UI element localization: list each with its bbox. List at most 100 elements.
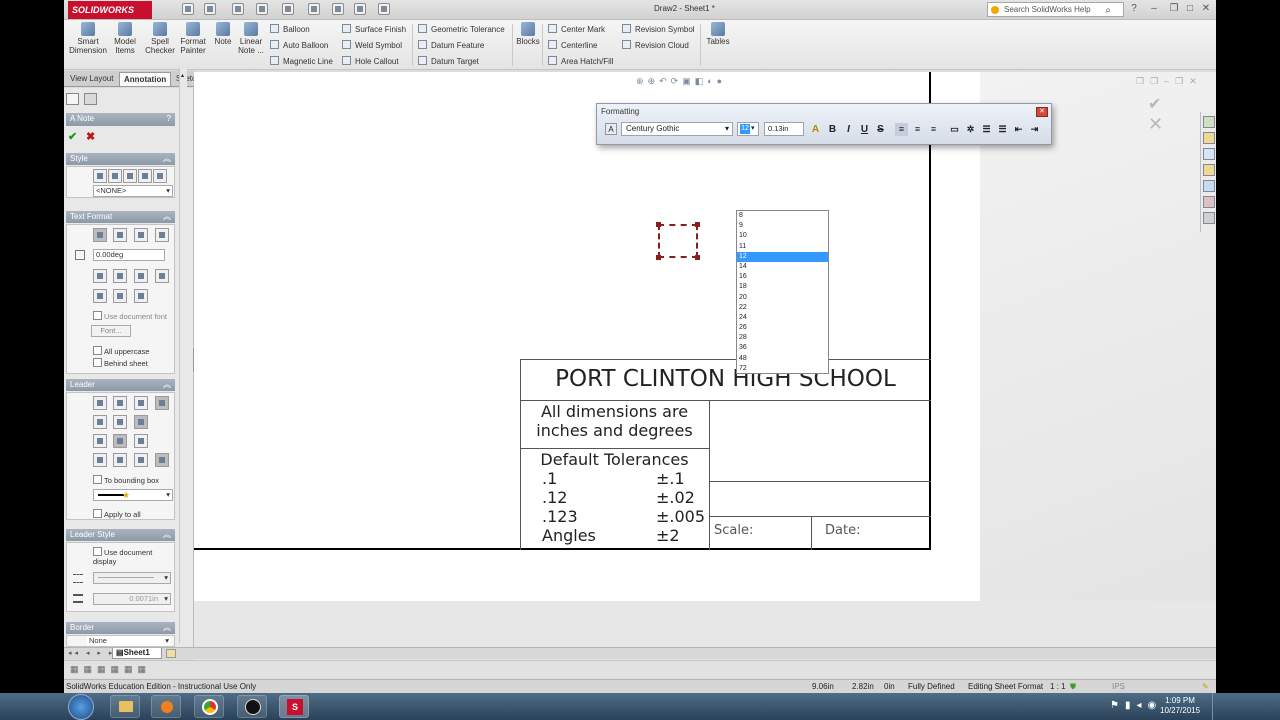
leader-straight-icon[interactable] (93, 396, 107, 410)
attach-top-icon[interactable] (93, 453, 107, 467)
center-mark-button[interactable]: Center Mark (548, 24, 605, 34)
stack-icon[interactable]: ▭ (948, 123, 961, 136)
insert-surface-finish-icon[interactable] (113, 289, 127, 303)
numbering-icon[interactable]: ☰ (996, 123, 1009, 136)
file-properties-icon[interactable] (354, 3, 366, 15)
font-size-option[interactable]: 72 (737, 364, 828, 373)
drawing-sheet[interactable]: ⊕⊕↶⟳▣◧◐● PORT CLINTON HIGH SCHOOL All di… (194, 72, 980, 601)
magnetic-line-button[interactable]: Magnetic Line (270, 56, 333, 66)
formatting-toolbar[interactable]: Formatting ✕ A Century Gothic ▾ 12 ▾ 0.13… (596, 103, 1052, 145)
geometric-tolerance-button[interactable]: Geometric Tolerance (418, 24, 505, 34)
ok-check-icon[interactable]: ✔ (68, 130, 77, 143)
display-style-icon[interactable]: ▣ (682, 76, 695, 86)
link-to-property-icon[interactable] (113, 269, 127, 283)
format-painter-button[interactable]: Format Painter (178, 22, 208, 55)
note-selection-box[interactable] (656, 222, 700, 260)
insert-datum-icon[interactable] (134, 289, 148, 303)
font-size-option[interactable]: 26 (737, 323, 828, 333)
increase-indent-icon[interactable]: ⇥ (1028, 123, 1041, 136)
viewport-window-controls[interactable]: ❐❐–❐✕ (1136, 76, 1203, 87)
appearances-icon[interactable] (1203, 180, 1215, 192)
close-icon[interactable]: ✕ (1200, 3, 1212, 15)
lock-unlock-icon[interactable] (155, 269, 169, 283)
file-explorer-icon[interactable] (1203, 148, 1215, 160)
font-size-option[interactable]: 48 (737, 354, 828, 364)
font-size-option[interactable]: 14 (737, 262, 828, 272)
blocks-button[interactable]: Blocks (514, 22, 542, 46)
strikethrough-icon[interactable]: S (874, 123, 887, 136)
save-style-icon[interactable] (138, 169, 152, 183)
leader-bent-icon[interactable] (113, 396, 127, 410)
attach-nearest-icon[interactable] (155, 453, 169, 467)
centerline-button[interactable]: Centerline (548, 40, 597, 50)
leader-section-header[interactable]: Leader ︽ (66, 379, 175, 391)
rebuild-icon[interactable]: ⟳ (671, 76, 683, 86)
no-leader-icon[interactable] (134, 396, 148, 410)
view-palette-icon[interactable] (1203, 164, 1215, 176)
auto-leader-icon[interactable] (155, 396, 169, 410)
print-icon[interactable] (256, 3, 268, 15)
apply-style-icon[interactable] (93, 169, 107, 183)
align-center-icon[interactable] (113, 228, 127, 242)
use-document-font-checkbox[interactable]: Use document font (93, 311, 167, 321)
use-document-display-checkbox[interactable]: Use document display (93, 547, 163, 566)
smart-dimension-button[interactable]: Smart Dimension (68, 22, 108, 55)
arrow-style-select[interactable]: ★ ▾ (93, 489, 173, 501)
style-section-header[interactable]: Style ︽ (66, 153, 175, 165)
apply-to-all-checkbox[interactable]: Apply to all (93, 509, 141, 519)
font-size-option[interactable]: 22 (737, 303, 828, 313)
align-right-icon[interactable]: ≡ (927, 123, 940, 136)
design-library-icon[interactable] (1203, 132, 1215, 144)
font-size-option[interactable]: 18 (737, 282, 828, 292)
obs-taskbar-icon[interactable] (237, 695, 267, 718)
leader-right-icon[interactable] (113, 415, 127, 429)
hide-show-icon[interactable]: ◧ (695, 76, 708, 86)
font-size-option[interactable]: 11 (737, 242, 828, 252)
insert-gtol-icon[interactable] (93, 289, 107, 303)
leader-nearest-icon[interactable] (134, 415, 148, 429)
feature-manager-tab-icon[interactable] (66, 93, 79, 105)
font-size-option[interactable]: 24 (737, 313, 828, 323)
selection-handle[interactable] (656, 255, 661, 260)
align-left-icon[interactable]: ≡ (895, 123, 908, 136)
apply-scene-icon[interactable]: ◐ (707, 76, 716, 86)
new-icon[interactable] (182, 3, 194, 15)
select-icon[interactable] (308, 3, 320, 15)
media-player-taskbar-icon[interactable] (151, 695, 181, 718)
revision-symbol-button[interactable]: Revision Symbol (622, 24, 695, 34)
rebuild-status-icon[interactable]: ⛊ (1070, 680, 1076, 693)
line-spacing-field[interactable]: 0.13in (764, 122, 804, 136)
rebuild-icon[interactable] (332, 3, 344, 15)
font-size-option[interactable]: 10 (737, 231, 828, 241)
justify-icon[interactable] (155, 228, 169, 242)
view-tool-icons[interactable]: ▦▦▦▦▦▦ (70, 664, 151, 675)
datum-target-button[interactable]: Datum Target (418, 56, 479, 66)
magnifier-icon[interactable]: ⌕ (1105, 4, 1111, 17)
align-right-icon[interactable] (134, 228, 148, 242)
balloon-button[interactable]: Balloon (270, 24, 310, 34)
zoom-area-icon[interactable]: ⊕ (648, 76, 660, 86)
solidworks-taskbar-icon[interactable]: S (279, 695, 309, 718)
font-color-icon[interactable]: A (809, 123, 822, 136)
bold-icon[interactable]: B (826, 123, 839, 136)
revision-cloud-button[interactable]: Revision Cloud (622, 40, 689, 50)
attach-bottom-icon[interactable] (134, 453, 148, 467)
underline-icon[interactable]: U (858, 123, 871, 136)
dropdown-arrow-icon[interactable]: ▾ (751, 124, 755, 132)
solidworks-resources-icon[interactable] (1203, 116, 1215, 128)
selection-handle[interactable] (695, 255, 700, 260)
font-size-option[interactable]: 9 (737, 221, 828, 231)
datum-feature-button[interactable]: Datum Feature (418, 40, 484, 50)
bullets-icon[interactable]: ☰ (980, 123, 993, 136)
font-size-select[interactable]: 12 ▾ (737, 122, 759, 136)
auto-balloon-button[interactable]: Auto Balloon (270, 40, 328, 50)
font-select[interactable]: Century Gothic ▾ (621, 122, 733, 136)
previous-view-icon[interactable]: ↶ (659, 76, 671, 86)
add-sheet-icon[interactable] (166, 649, 176, 658)
chrome-taskbar-icon[interactable] (194, 695, 224, 718)
tab-annotation[interactable]: Annotation (119, 72, 172, 86)
spell-checker-button[interactable]: Spell Checker (144, 22, 176, 55)
graphics-area[interactable]: ⊕⊕↶⟳▣◧◐● PORT CLINTON HIGH SCHOOL All di… (194, 72, 1216, 669)
behind-sheet-checkbox[interactable]: Behind sheet (93, 358, 148, 368)
font-size-option-selected[interactable]: 12 (737, 251, 828, 262)
